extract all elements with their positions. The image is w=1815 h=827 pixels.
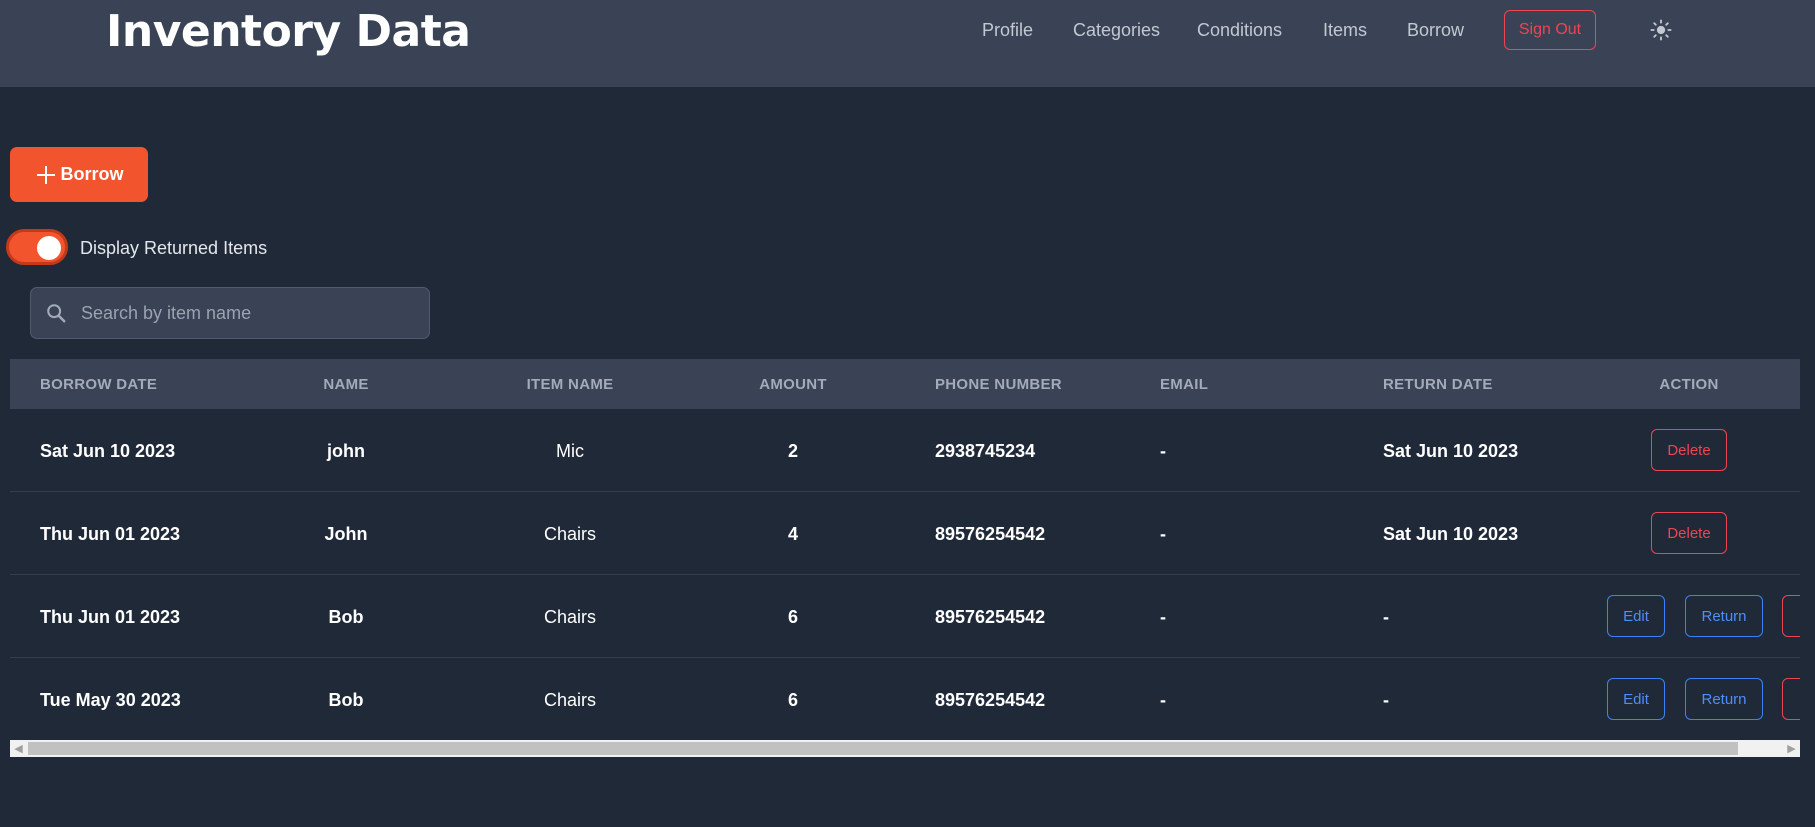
table-header: BORROW DATE NAME ITEM NAME AMOUNT PHONE … — [10, 359, 1800, 409]
column-header-email: EMAIL — [1160, 376, 1209, 393]
scroll-right-arrow-icon[interactable]: ▶ — [1783, 740, 1800, 757]
cell-amount: 6 — [787, 690, 799, 710]
delete-button[interactable]: Delete — [1651, 429, 1727, 471]
edit-button[interactable]: Edit — [1607, 595, 1665, 637]
nav-borrow[interactable]: Borrow — [1407, 20, 1464, 41]
cell-phone: 89576254542 — [935, 690, 1046, 710]
cell-phone: 89576254542 — [935, 607, 1046, 627]
cell-name: Bob — [328, 607, 364, 627]
column-header-return-date: RETURN DATE — [1383, 376, 1493, 393]
cell-item-name: Chairs — [543, 690, 597, 710]
cell-email: - — [1160, 524, 1166, 544]
table-row: Thu Jun 01 2023 Bob Chairs 6 89576254542… — [10, 575, 1800, 658]
table-row: Sat Jun 10 2023 john Mic 2 2938745234 - … — [10, 409, 1800, 492]
cell-borrow-date: Thu Jun 01 2023 — [40, 524, 181, 544]
horizontal-scrollbar[interactable]: ◀ ▶ — [10, 740, 1800, 757]
delete-button[interactable]: Delete — [1651, 512, 1727, 554]
sun-icon — [1650, 19, 1672, 41]
app-title: Inventory Data — [106, 6, 471, 57]
cell-amount: 4 — [787, 524, 799, 544]
cell-return-date: - — [1383, 607, 1389, 627]
search-box — [30, 287, 430, 339]
column-header-amount: AMOUNT — [759, 376, 827, 393]
cell-amount: 6 — [787, 607, 799, 627]
cell-item-name: Chairs — [543, 524, 597, 544]
cell-return-date: Sat Jun 10 2023 — [1383, 524, 1519, 544]
column-header-phone-number: PHONE NUMBER — [935, 376, 1062, 393]
cell-borrow-date: Sat Jun 10 2023 — [40, 441, 176, 461]
cell-return-date: Sat Jun 10 2023 — [1383, 441, 1519, 461]
cell-email: - — [1160, 441, 1166, 461]
display-returned-label: Display Returned Items — [80, 238, 268, 258]
return-button[interactable]: Return — [1685, 678, 1763, 720]
cell-return-date: - — [1383, 690, 1389, 710]
scroll-left-arrow-icon[interactable]: ◀ — [10, 740, 27, 757]
table-row: Tue May 30 2023 Bob Chairs 6 89576254542… — [10, 658, 1800, 740]
cell-phone: 89576254542 — [935, 524, 1046, 544]
column-header-borrow-date: BORROW DATE — [40, 376, 158, 393]
cell-name: john — [327, 441, 365, 461]
column-header-action: ACTION — [1659, 376, 1719, 393]
add-borrow-button[interactable]: Borrow — [10, 147, 148, 202]
scrollbar-thumb[interactable] — [28, 742, 1738, 755]
edit-button[interactable]: Edit — [1607, 678, 1665, 720]
cell-borrow-date: Thu Jun 01 2023 — [40, 607, 181, 627]
cell-borrow-date: Tue May 30 2023 — [40, 690, 181, 710]
nav-conditions[interactable]: Conditions — [1197, 20, 1282, 41]
search-input[interactable] — [81, 288, 421, 338]
table-row: Thu Jun 01 2023 John Chairs 4 8957625454… — [10, 492, 1800, 575]
borrow-table: BORROW DATE NAME ITEM NAME AMOUNT PHONE … — [10, 359, 1800, 740]
cell-email: - — [1160, 690, 1166, 710]
cell-phone: 2938745234 — [935, 441, 1036, 461]
cell-name: John — [324, 524, 368, 544]
search-icon — [47, 304, 66, 323]
top-navbar: Inventory Data Profile Categories Condit… — [0, 0, 1815, 87]
toggle-knob — [37, 236, 61, 260]
theme-toggle-button[interactable] — [1648, 17, 1674, 43]
cell-name: Bob — [328, 690, 364, 710]
nav-profile[interactable]: Profile — [982, 20, 1033, 41]
cell-amount: 2 — [787, 441, 799, 461]
display-returned-toggle[interactable] — [6, 229, 68, 265]
plus-icon — [36, 165, 55, 184]
delete-button[interactable] — [1782, 595, 1800, 637]
return-button[interactable]: Return — [1685, 595, 1763, 637]
cell-item-name: Mic — [556, 441, 584, 461]
cell-email: - — [1160, 607, 1166, 627]
column-header-name: NAME — [323, 376, 369, 393]
cell-item-name: Chairs — [543, 607, 597, 627]
nav-items[interactable]: Items — [1323, 20, 1367, 41]
column-header-item-name: ITEM NAME — [526, 376, 614, 393]
borrow-button-label: Borrow — [60, 164, 124, 184]
nav-categories[interactable]: Categories — [1073, 20, 1160, 41]
sign-out-button[interactable]: Sign Out — [1504, 10, 1596, 50]
delete-button[interactable] — [1782, 678, 1800, 720]
